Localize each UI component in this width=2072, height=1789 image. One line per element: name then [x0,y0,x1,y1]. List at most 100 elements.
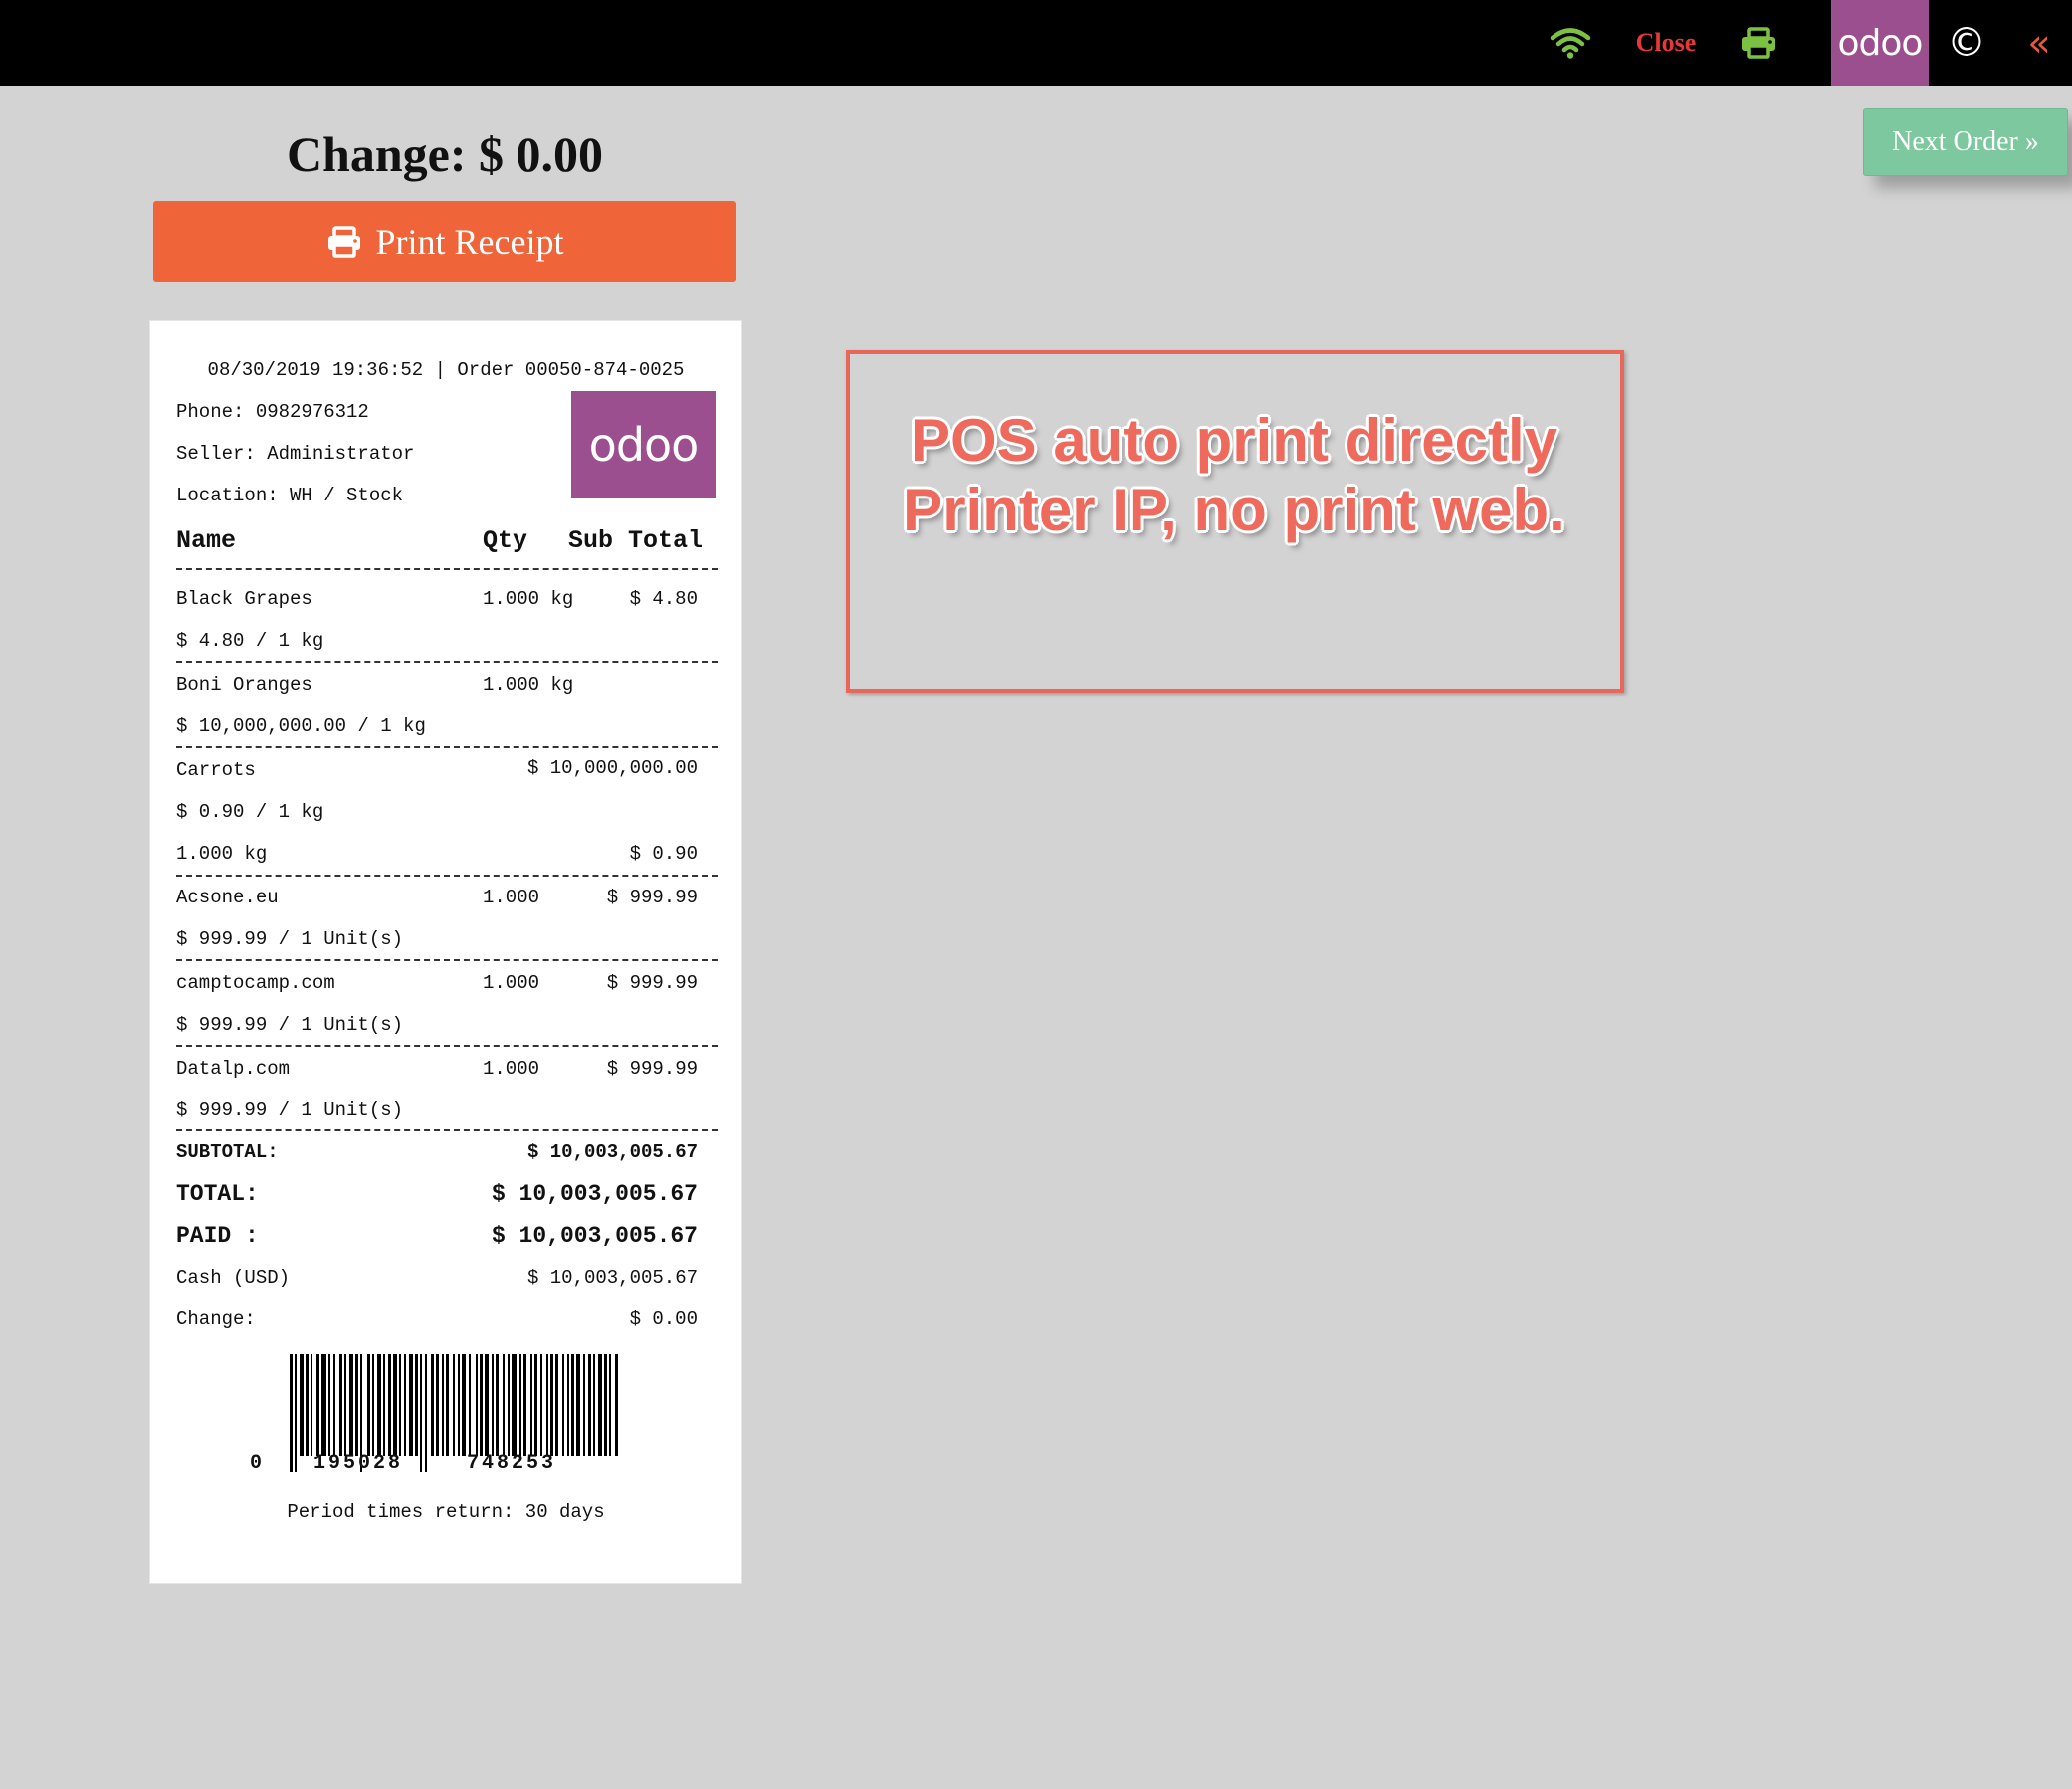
barcode-bar [372,1354,374,1456]
line-name: Black Grapes [176,588,312,610]
line-name: camptocamp.com [176,972,335,994]
column-header-name: Name [176,526,237,555]
line-name: Datalp.com [176,1058,291,1080]
barcode-bar [355,1354,358,1456]
barcode-bar [503,1354,505,1456]
next-order-button[interactable]: Next Order » [1863,108,2068,176]
line-name: Acsone.eu [176,887,279,908]
divider [176,746,718,748]
barcode-bar [393,1354,397,1456]
close-button[interactable]: Close [1624,0,1708,86]
divider [176,875,718,877]
barcode-bar [300,1354,304,1456]
change-value: $ 0.00 [629,1308,698,1330]
receipt-logo-text: odoo [588,418,700,472]
divider [176,1045,718,1047]
subtotal-label: SUBTOTAL: [176,1141,279,1163]
barcode-bar [339,1354,342,1456]
barcode-bar [311,1354,312,1456]
barcode-bar [571,1354,574,1456]
double-chevron-left-icon[interactable]: « [2016,0,2062,86]
barcode-bar [523,1354,526,1456]
barcode-bar [367,1354,370,1456]
barcode-bar [615,1354,618,1456]
line-name: Boni Oranges [176,674,312,696]
receipt-location: Location: WH / Stock [176,485,404,506]
barcode-bar [295,1354,297,1472]
line-unit-price: $ 999.99 / 1 Unit(s) [176,1014,404,1036]
change-title: Change: $ 0.00 [286,126,604,182]
barcode-bar [567,1354,569,1456]
barcode-bar [476,1354,478,1456]
top-bar: Close odoo © « [0,0,2072,86]
barcode-bar [534,1354,537,1456]
print-receipt-label: Print Receipt [375,221,564,262]
barcode-bar [399,1354,401,1456]
barcode-bar [431,1354,434,1456]
line-name: Carrots [176,759,256,781]
barcode-bar [512,1354,517,1456]
receipt-phone: Phone: 0982976312 [176,401,369,423]
barcode-bar [540,1354,542,1456]
barcode-bar [555,1354,558,1456]
column-header-subtotal: Sub Total [568,526,704,555]
barcode-bar [344,1354,346,1456]
barcode-bar [290,1354,293,1472]
barcode-bar [306,1354,309,1456]
barcode-bar [420,1354,422,1472]
barcode-bar [593,1354,595,1456]
line-total: $ 999.99 [606,972,698,994]
odoo-logo[interactable]: odoo [1831,0,1929,86]
line-extra-total: $ 0.90 [629,843,698,865]
barcode-bar [598,1354,602,1456]
total-label: TOTAL: [176,1181,259,1207]
copyright-icon[interactable]: © [1941,0,1992,86]
barcode-bar [604,1354,607,1456]
receipt-logo: odoo [571,391,716,498]
barcode-bar [349,1354,353,1456]
barcode-bar [316,1354,319,1456]
barcode-bar [409,1354,413,1456]
print-receipt-button[interactable]: Print Receipt [153,201,736,282]
subtotal-value: $ 10,003,005.67 [526,1141,698,1163]
barcode-bar [576,1354,580,1456]
divider [176,568,718,570]
line-total: $ 999.99 [606,887,698,908]
cash-value: $ 10,003,005.67 [526,1267,698,1289]
divider [176,959,718,961]
divider [176,1129,718,1131]
barcode-bar [496,1354,499,1456]
barcode-bar [388,1354,391,1456]
line-unit-price: $ 999.99 / 1 Unit(s) [176,928,404,950]
line-unit-price: $ 10,000,000.00 / 1 kg [176,715,426,737]
wifi-icon[interactable] [1541,0,1600,86]
barcode-bar [583,1354,585,1456]
barcode-bar [462,1354,466,1456]
barcode-bar [546,1354,548,1456]
line-extra-qty: 1.000 kg [176,843,268,865]
line-qty: 1.000 kg [483,674,574,696]
line-total: $ 10,000,000.00 [526,757,698,779]
printer-icon [327,225,360,258]
barcode-bar [425,1354,427,1472]
line-total: $ 999.99 [606,1058,698,1080]
line-unit-price: $ 0.90 / 1 kg [176,801,324,823]
odoo-logo-text: odoo [1837,22,1924,64]
divider [176,661,718,663]
barcode-bar [469,1354,471,1456]
barcode-bar [328,1354,330,1456]
barcode-bar [442,1354,444,1456]
barcode-digit-lead: 0 [250,1452,266,1475]
line-total: $ 4.80 [629,588,698,610]
barcode-bar [485,1354,489,1456]
receipt-seller: Seller: Administrator [176,443,415,465]
paid-value: $ 10,003,005.67 [491,1223,698,1249]
barcode-bar [404,1354,406,1456]
barcode-bar [436,1354,439,1456]
change-label: Change: [176,1308,256,1330]
barcode-bar [453,1354,455,1456]
printer-icon[interactable] [1730,0,1787,86]
barcode-bar [333,1354,335,1456]
column-header-qty: Qty [483,526,528,555]
cash-label: Cash (USD) [176,1267,291,1289]
